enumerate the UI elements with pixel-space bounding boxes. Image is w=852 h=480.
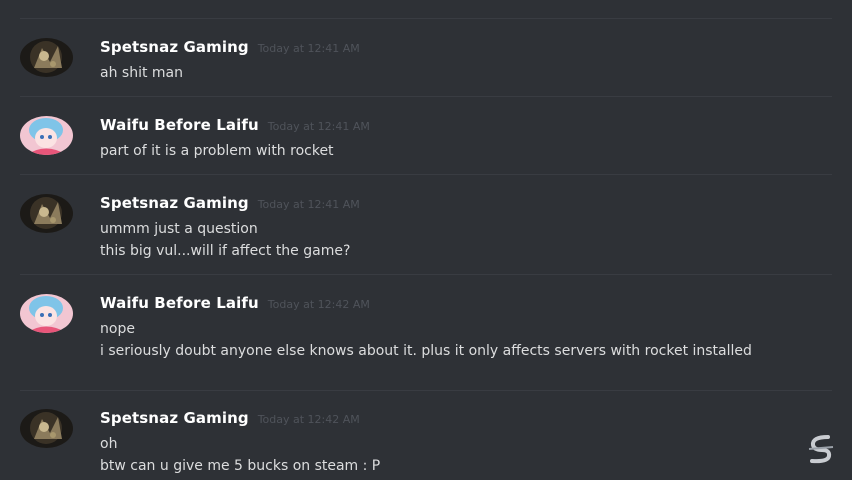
message-divider [20, 174, 832, 175]
waifu-avatar[interactable] [20, 294, 73, 333]
message-text: this big vul...will if affect the game? [100, 243, 351, 259]
message-text: part of it is a problem with rocket [100, 143, 334, 159]
message-text: btw can u give me 5 bucks on steam : P [100, 458, 381, 474]
timestamp: Today at 12:41 AM [257, 42, 360, 55]
message-divider [20, 274, 832, 275]
message-text: nope [100, 321, 135, 337]
message-text: i seriously doubt anyone else knows abou… [100, 343, 752, 359]
username[interactable]: Spetsnaz Gaming [100, 409, 249, 427]
spetsnaz-avatar[interactable] [20, 409, 73, 448]
timestamp: Today at 12:41 AM [267, 120, 370, 133]
message-text: oh [100, 436, 118, 452]
message-text: ah shit man [100, 65, 183, 81]
username[interactable]: Waifu Before Laifu [100, 116, 259, 134]
waifu-avatar[interactable] [20, 116, 73, 155]
message-divider [20, 96, 832, 97]
spetsnaz-avatar[interactable] [20, 38, 73, 77]
message-text: ummm just a question [100, 221, 258, 237]
channel-logo-watermark [804, 432, 838, 466]
chat-message-list: Spetsnaz Gaming Today at 12:41 AM ah shi… [0, 0, 852, 480]
timestamp: Today at 12:42 AM [257, 413, 360, 426]
message-divider [20, 18, 832, 19]
username[interactable]: Waifu Before Laifu [100, 294, 259, 312]
timestamp: Today at 12:42 AM [267, 298, 370, 311]
message-divider [20, 390, 832, 391]
spetsnaz-avatar[interactable] [20, 194, 73, 233]
timestamp: Today at 12:41 AM [257, 198, 360, 211]
username[interactable]: Spetsnaz Gaming [100, 194, 249, 212]
username[interactable]: Spetsnaz Gaming [100, 38, 249, 56]
